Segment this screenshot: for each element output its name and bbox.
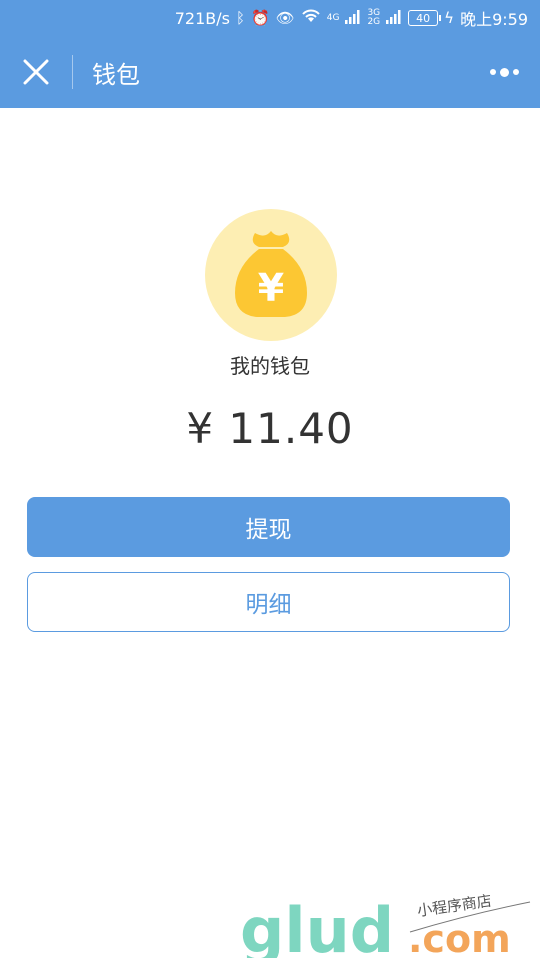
status-bar: 721B/s ᛒ ⏰ 👁 4G 3G 2G 40 ϟ 晚上9:59 [0, 0, 540, 36]
wallet-label: 我的钱包 [230, 354, 310, 378]
network-4g-label: 4G [326, 12, 340, 23]
more-icon-dot [499, 67, 509, 77]
network-3g2g-label: 3G 2G [367, 9, 380, 27]
watermark-logo: glud .com 小程序商店 [240, 888, 540, 960]
watermark-brand: glud [240, 894, 394, 958]
close-icon [23, 59, 49, 85]
battery-icon: 40 [408, 10, 442, 26]
wallet-balance: ¥ 11.40 [186, 404, 354, 453]
signal-icon-2 [386, 9, 402, 28]
withdraw-button[interactable]: 提现 [27, 497, 510, 557]
wifi-icon [301, 8, 321, 28]
more-icon-dot [489, 69, 496, 75]
bluetooth-icon: ᛒ [236, 8, 246, 27]
nav-bar: 钱包 [0, 36, 540, 108]
charging-icon: ϟ [444, 8, 455, 27]
battery-level: 40 [416, 11, 431, 25]
network-speed: 721B/s [174, 8, 230, 28]
more-icon-dot [512, 69, 519, 75]
alarm-icon: ⏰ [251, 8, 270, 27]
nav-divider [72, 55, 73, 89]
network-2g-label: 2G [367, 17, 381, 27]
page-title: 钱包 [92, 60, 140, 89]
money-bag-symbol: ¥ [258, 266, 284, 310]
detail-button[interactable]: 明细 [27, 572, 510, 632]
clock: 晚上9:59 [460, 10, 528, 29]
more-button[interactable] [486, 58, 522, 86]
close-button[interactable] [0, 36, 72, 108]
watermark-tagline: 小程序商店 [416, 892, 493, 920]
money-bag-icon: ¥ [205, 209, 337, 341]
eye-icon: 👁 [275, 8, 295, 27]
watermark-domain: .com [408, 917, 511, 958]
signal-icon [345, 9, 361, 28]
